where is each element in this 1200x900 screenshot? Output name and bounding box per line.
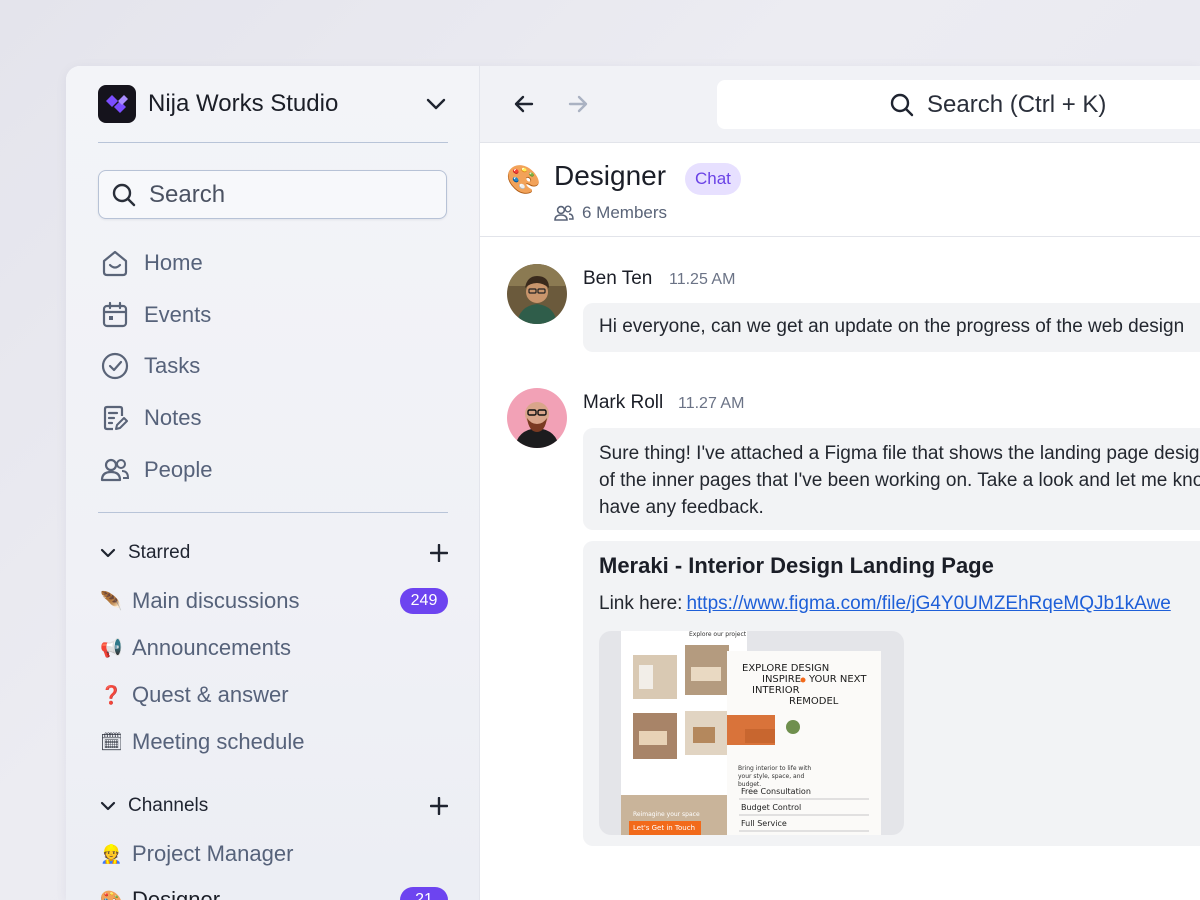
preview-feature: Free Consultation	[741, 787, 811, 796]
attachment-link-row: Link here: https://www.figma.com/file/jG4…	[599, 593, 1171, 615]
channel-label: Designer	[132, 887, 221, 900]
channel-label: Quest & answer	[132, 682, 289, 707]
app-window: Nija Works Studio Search Home Events Tas…	[66, 66, 1200, 900]
search-icon	[890, 93, 914, 116]
nav-item-notes[interactable]: Notes	[100, 401, 201, 435]
preview-hero-line: EXPLORE DESIGN	[742, 663, 830, 674]
message-line: of the inner pages that I've been workin…	[599, 470, 1200, 491]
main-panel: Search (Ctrl + K) 🎨 Designer Chat 6 Memb…	[480, 66, 1200, 900]
starred-item-quest-answer[interactable]: ❓ Quest & answer	[100, 679, 448, 711]
channel-item-project-manager[interactable]: 👷 Project Manager	[100, 838, 448, 870]
nav-label-notes: Notes	[144, 405, 202, 430]
message-author: Ben Ten	[583, 268, 653, 289]
nav-label-people: People	[144, 457, 213, 482]
nav-item-people[interactable]: People	[100, 453, 213, 487]
channels-title: Channels	[128, 795, 209, 816]
message-bubble: Sure thing! I've attached a Figma file t…	[583, 428, 1200, 530]
attachment-link[interactable]: https://www.figma.com/file/jG4Y0UMZEhRqe…	[686, 593, 1170, 614]
channel-title: Designer	[554, 160, 667, 191]
nav-item-events[interactable]: Events	[100, 298, 211, 332]
people-icon	[100, 458, 130, 482]
sidebar-divider	[98, 142, 448, 143]
channel-label: Announcements	[132, 635, 291, 660]
sidebar-search-placeholder: Search	[149, 180, 226, 208]
feather-icon: 🪶	[100, 590, 123, 611]
starred-item-announcements[interactable]: 📢 Announcements	[100, 632, 448, 664]
chevron-down-icon	[100, 801, 116, 811]
preview-hero-line: YOUR NEXT	[809, 674, 867, 685]
message-bubble: Hi everyone, can we get an update on the…	[583, 303, 1200, 352]
attachment-card: Meraki - Interior Design Landing Page Li…	[583, 541, 1200, 846]
preview-hero-line: INSPIRE	[762, 674, 802, 685]
channel-header: 🎨 Designer Chat 6 Members	[480, 143, 1200, 237]
chevron-down-icon	[100, 548, 116, 558]
unread-badge: 21	[400, 887, 448, 900]
question-mark-icon: ❓	[100, 684, 123, 705]
channel-label: Meeting schedule	[132, 729, 305, 754]
palette-icon: 🎨	[100, 889, 123, 900]
workspace-logo	[98, 85, 136, 123]
sidebar-divider	[98, 512, 448, 513]
global-search-input[interactable]: Search (Ctrl + K)	[717, 80, 1200, 129]
nav-label-events: Events	[144, 302, 212, 327]
megaphone-icon: 📢	[100, 637, 123, 658]
preview-heading: Explore our project	[689, 631, 747, 638]
palette-icon: 🎨	[506, 164, 541, 195]
channels-section-header[interactable]: Channels	[100, 792, 448, 820]
starred-item-meeting-schedule[interactable]: 🗓 Meeting schedule	[100, 726, 448, 758]
message-time: 11.27 AM	[678, 395, 745, 412]
preview-tagline: Bring interior to life with your style, …	[738, 765, 812, 788]
message-author: Mark Roll	[583, 392, 664, 413]
search-icon	[112, 183, 136, 206]
global-search-placeholder: Search (Ctrl + K)	[927, 90, 1107, 118]
starred-title: Starred	[128, 542, 191, 563]
forward-arrow-icon[interactable]	[566, 92, 590, 116]
worker-icon: 👷	[100, 843, 123, 864]
nav-label-home: Home	[144, 250, 203, 275]
workspace-switcher[interactable]: Nija Works Studio	[98, 84, 448, 124]
message-line: Sure thing! I've attached a Figma file t…	[599, 443, 1200, 464]
attachment-title: Meraki - Interior Design Landing Page	[599, 553, 994, 578]
check-circle-icon	[101, 352, 129, 380]
calendar-icon	[102, 301, 128, 328]
members-count[interactable]: 6 Members	[554, 203, 667, 223]
plus-icon[interactable]	[430, 797, 448, 815]
starred-section-header[interactable]: Starred	[100, 539, 448, 567]
chevron-down-icon[interactable]	[424, 92, 448, 116]
channel-label: Main discussions	[132, 588, 300, 613]
sidebar-search-input[interactable]: Search	[98, 170, 447, 219]
attachment-link-prefix: Link here:	[599, 593, 683, 614]
preview-cta-button: Let's Get in Touch	[633, 824, 696, 832]
notes-icon	[103, 405, 128, 431]
message-line: have any feedback.	[599, 497, 764, 518]
message-time: 11.25 AM	[669, 271, 736, 288]
top-bar: Search (Ctrl + K)	[480, 66, 1200, 143]
unread-badge: 249	[400, 588, 448, 614]
preview-feature: Budget Control	[741, 803, 802, 812]
nav-item-tasks[interactable]: Tasks	[100, 349, 200, 383]
channel-label: Project Manager	[132, 841, 294, 866]
nav-item-home[interactable]: Home	[100, 246, 203, 280]
members-icon	[554, 205, 574, 221]
nav-label-tasks: Tasks	[144, 353, 201, 378]
home-icon	[102, 250, 128, 277]
back-arrow-icon[interactable]	[512, 92, 536, 116]
workspace-name: Nija Works Studio	[148, 90, 339, 117]
avatar[interactable]	[507, 388, 567, 448]
preview-hero-line: INTERIOR	[752, 685, 800, 696]
sidebar: Nija Works Studio Search Home Events Tas…	[66, 66, 480, 900]
starred-item-main-discussions[interactable]: 🪶 Main discussions 249	[100, 585, 448, 617]
attachment-preview-image[interactable]: Explore our project EXPLORE DESIGN INSPI…	[599, 631, 904, 835]
avatar[interactable]	[507, 264, 567, 324]
calendar-emoji-icon: 🗓	[100, 731, 123, 752]
preview-cta-title: Reimagine your space	[633, 811, 700, 818]
members-label: 6 Members	[582, 203, 668, 222]
channel-type-tag: Chat	[685, 163, 741, 195]
channel-item-designer[interactable]: 🎨 Designer 21	[100, 884, 448, 900]
preview-feature: Full Service	[741, 819, 787, 828]
preview-hero-line: REMODEL	[789, 696, 839, 707]
plus-icon[interactable]	[430, 544, 448, 562]
